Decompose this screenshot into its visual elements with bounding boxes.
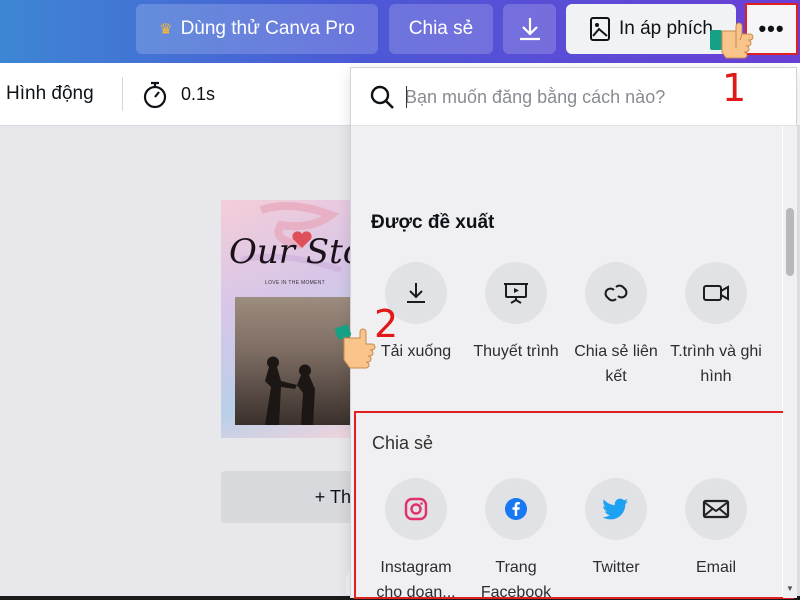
share-button[interactable]: Chia sẻ (389, 4, 493, 54)
toolbar-divider (122, 77, 123, 111)
top-bar: ♛ Dùng thử Canva Pro Chia sẻ In áp phích… (0, 0, 800, 63)
heart-icon (292, 231, 312, 248)
download-icon (519, 18, 540, 41)
record-action[interactable]: T.trình và ghi hình (666, 262, 766, 389)
search-icon (370, 85, 394, 109)
duration-value[interactable]: 0.1s (181, 84, 215, 105)
suggested-section-title: Được đề xuất (371, 212, 495, 233)
add-page-button[interactable]: + Th (221, 471, 353, 523)
record-action-label: T.trình và ghi hình (670, 343, 762, 385)
share-label: Chia sẻ (408, 18, 474, 39)
download-button[interactable] (503, 4, 556, 54)
add-page-label: + Th (314, 486, 351, 507)
stopwatch-icon[interactable] (142, 81, 168, 109)
pointing-hand-icon (334, 324, 376, 369)
share-panel: Được đề xuất Tải xuống Thuyết trình (350, 67, 798, 600)
scrollbar-thumb[interactable] (786, 208, 794, 276)
print-image-icon (589, 17, 610, 41)
share-section-highlight (354, 411, 794, 599)
pointing-hand-icon (710, 22, 754, 59)
present-icon (504, 283, 528, 304)
video-icon (703, 285, 729, 301)
download-icon (407, 283, 425, 303)
try-pro-label: Dùng thử Canva Pro (180, 18, 355, 39)
text-caret (406, 86, 407, 108)
more-dots-icon: ••• (758, 16, 785, 41)
poster-thumbnail[interactable]: Our Story LOVE IN THE MOMENT (221, 200, 351, 438)
present-action[interactable]: Thuyết trình (466, 262, 566, 364)
panel-scrollbar[interactable]: ▼ (783, 126, 797, 598)
share-search-input[interactable] (405, 82, 765, 112)
poster-subtitle: LOVE IN THE MOMENT (265, 280, 326, 286)
share-link-action[interactable]: Chia sẻ liên kết (566, 262, 666, 389)
crown-icon: ♛ (159, 21, 173, 38)
try-canva-pro-button[interactable]: ♛ Dùng thử Canva Pro (136, 4, 378, 54)
present-action-label: Thuyết trình (473, 343, 559, 360)
scroll-down-arrow-icon[interactable]: ▼ (786, 584, 794, 593)
link-icon (604, 284, 628, 302)
panel-content: Được đề xuất Tải xuống Thuyết trình Chia… (351, 126, 794, 600)
poster-title: Our Story (229, 232, 351, 272)
step-1-marker: 1 (722, 66, 747, 110)
animate-button[interactable]: Hình động (6, 83, 94, 105)
print-poster-label: In áp phích (618, 18, 714, 39)
share-link-action-label: Chia sẻ liên kết (574, 343, 658, 385)
